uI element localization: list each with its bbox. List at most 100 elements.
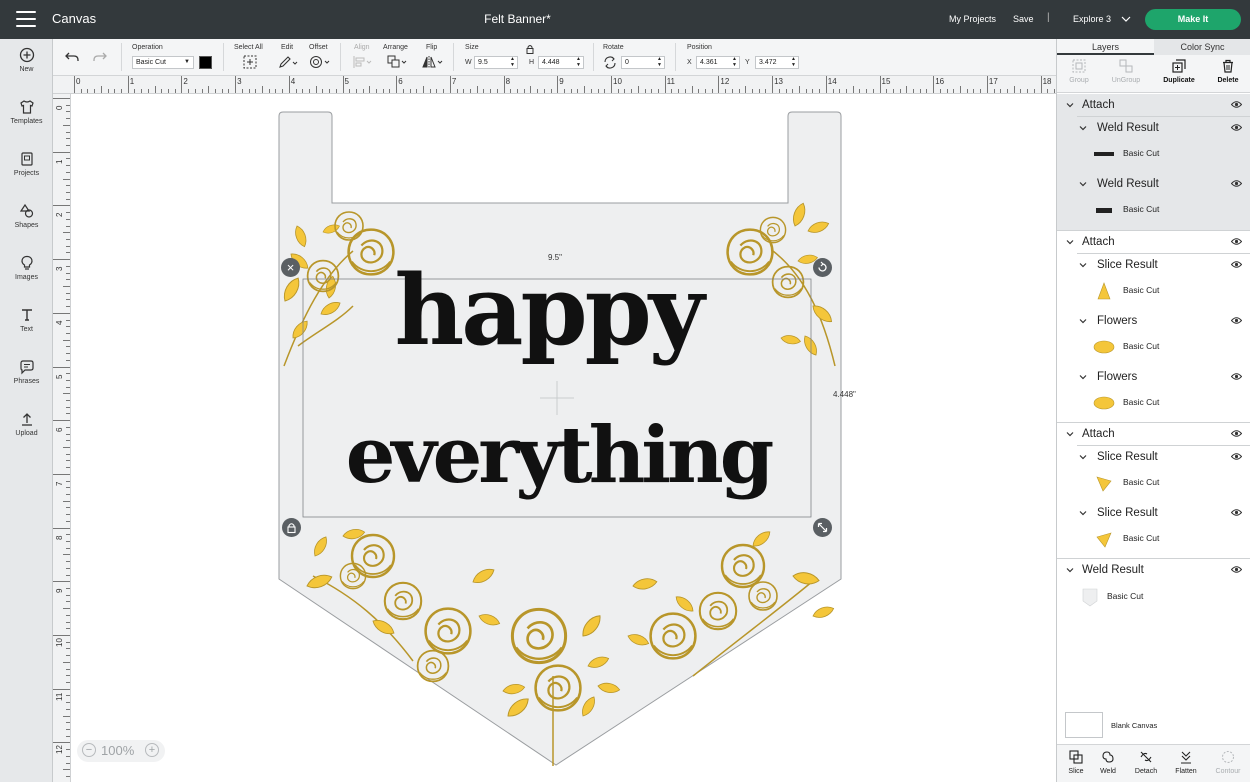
layer-item[interactable]: Basic Cut <box>1057 332 1250 362</box>
layer-slice-result[interactable]: Slice Result <box>1057 502 1250 524</box>
eye-icon[interactable] <box>1231 452 1242 461</box>
layer-item[interactable]: Basic Cut <box>1057 582 1250 612</box>
eye-icon[interactable] <box>1231 123 1242 132</box>
stepper-icon[interactable]: ▲ ▼ <box>510 56 515 68</box>
layer-item[interactable]: Basic Cut <box>1057 468 1250 498</box>
stepper-icon[interactable]: ▲ ▼ <box>791 56 796 68</box>
height-input[interactable]: 4.448 ▲ ▼ <box>538 56 584 69</box>
eye-icon[interactable] <box>1231 316 1242 325</box>
delete-handle[interactable]: × <box>281 258 300 277</box>
layer-label: Attach <box>1082 236 1115 248</box>
text-icon <box>21 309 32 321</box>
width-input[interactable]: 9.5 ▲ ▼ <box>474 56 518 69</box>
text-happy[interactable]: happy <box>368 256 728 366</box>
sidebar-item-templates[interactable]: Templates <box>0 99 53 125</box>
sidebar-item-text[interactable]: Text <box>0 307 53 333</box>
blank-canvas-row[interactable]: Blank Canvas <box>1065 712 1245 738</box>
y-position-input[interactable]: 3.472 ▲ ▼ <box>755 56 799 69</box>
blank-canvas-swatch <box>1065 712 1103 738</box>
rotate-handle[interactable] <box>813 258 832 277</box>
lock-handle[interactable] <box>282 518 301 537</box>
layer-weld-result[interactable]: Weld Result <box>1057 117 1250 139</box>
layer-item-label: Basic Cut <box>1123 148 1160 158</box>
sidebar-item-projects[interactable]: Projects <box>0 151 53 177</box>
rotate-value: 0 <box>625 59 629 66</box>
weld-button[interactable]: Weld <box>1089 750 1127 775</box>
chevron-down-icon <box>1066 240 1074 245</box>
layer-label: Slice Result <box>1097 451 1158 463</box>
eye-icon[interactable] <box>1231 179 1242 188</box>
my-projects-link[interactable]: My Projects <box>949 14 996 24</box>
text-everything[interactable]: everything <box>303 406 813 506</box>
layer-item[interactable]: Basic Cut <box>1057 524 1250 554</box>
layer-item[interactable]: Basic Cut <box>1057 388 1250 418</box>
detach-button[interactable]: Detach <box>1127 750 1165 775</box>
sidebar-item-new[interactable]: New <box>0 47 53 73</box>
layer-group-attach[interactable]: Attach <box>1057 94 1250 116</box>
resize-handle[interactable] <box>813 518 832 537</box>
operation-select[interactable]: Basic Cut ▼ <box>132 56 194 69</box>
contour-button[interactable]: Contour <box>1209 750 1247 775</box>
ungroup-icon <box>1119 59 1133 73</box>
color-swatch[interactable] <box>199 56 212 69</box>
flower-thumbnail-icon <box>1097 282 1111 300</box>
eye-icon[interactable] <box>1231 429 1242 438</box>
lock-icon[interactable] <box>526 44 534 54</box>
flower-thumbnail-icon <box>1093 340 1115 354</box>
layers-list: Attach Weld Result Basic Cut Weld Result… <box>1057 94 1250 704</box>
flip-icon[interactable] <box>422 55 444 69</box>
zoom-in-button[interactable]: + <box>145 743 159 757</box>
layer-group-attach[interactable]: Attach <box>1057 231 1250 253</box>
layer-slice-result[interactable]: Slice Result <box>1057 446 1250 468</box>
make-it-button[interactable]: Make It <box>1145 9 1241 30</box>
delete-button[interactable]: Delete <box>1208 59 1248 84</box>
layer-weld-result[interactable]: Weld Result <box>1057 173 1250 195</box>
chevron-down-icon[interactable] <box>1121 14 1131 24</box>
stepper-icon[interactable]: ▲ ▼ <box>576 56 581 68</box>
pencil-icon[interactable] <box>278 55 298 69</box>
eye-icon[interactable] <box>1231 237 1242 246</box>
eye-icon[interactable] <box>1231 508 1242 517</box>
layer-label: Slice Result <box>1097 259 1158 271</box>
layer-item[interactable]: Basic Cut <box>1057 276 1250 306</box>
layer-flowers[interactable]: Flowers <box>1057 366 1250 388</box>
tab-layers[interactable]: Layers <box>1057 39 1154 55</box>
eye-icon[interactable] <box>1231 260 1242 269</box>
design-canvas[interactable]: 0 1 2 3 4 5 6 7 8 9 10 11 12 13 14 15 16 17 18 01234567891… <box>53 76 1056 782</box>
group-button[interactable]: Group <box>1059 59 1099 84</box>
duplicate-button[interactable]: Duplicate <box>1159 59 1199 84</box>
redo-icon[interactable] <box>93 51 107 63</box>
layer-slice-result[interactable]: Slice Result <box>1057 254 1250 276</box>
layer-group-weld-result[interactable]: Weld Result <box>1057 559 1250 581</box>
flatten-button[interactable]: Flatten <box>1167 750 1205 775</box>
ungroup-button[interactable]: UnGroup <box>1106 59 1146 84</box>
eye-icon[interactable] <box>1231 372 1242 381</box>
layer-group-attach[interactable]: Attach <box>1057 423 1250 445</box>
toolbar-divider <box>121 43 122 71</box>
sidebar-item-shapes[interactable]: Shapes <box>0 203 53 229</box>
x-value: 4.361 <box>700 59 718 66</box>
sidebar-item-images[interactable]: Images <box>0 255 53 281</box>
stepper-icon[interactable]: ▲ ▼ <box>732 56 737 68</box>
rotate-input[interactable]: 0 ▲ ▼ <box>621 56 665 69</box>
arrange-icon[interactable] <box>387 55 409 69</box>
sidebar-item-upload[interactable]: Upload <box>0 411 53 437</box>
machine-selector[interactable]: Explore 3 <box>1073 14 1111 24</box>
stepper-icon[interactable]: ▲ ▼ <box>657 56 662 68</box>
align-icon[interactable] <box>352 55 374 69</box>
layer-flowers[interactable]: Flowers <box>1057 310 1250 332</box>
undo-icon[interactable] <box>65 51 79 63</box>
layer-item[interactable]: Basic Cut <box>1057 195 1250 225</box>
tab-color-sync[interactable]: Color Sync <box>1154 39 1250 55</box>
layer-item[interactable]: Basic Cut <box>1057 139 1250 169</box>
eye-icon[interactable] <box>1231 565 1242 574</box>
save-link[interactable]: Save <box>1013 14 1034 24</box>
x-position-input[interactable]: 4.361 ▲ ▼ <box>696 56 740 69</box>
sidebar-item-phrases[interactable]: Phrases <box>0 359 53 385</box>
layer-item-label: Basic Cut <box>1123 397 1160 407</box>
zoom-out-button[interactable]: − <box>82 743 96 757</box>
text-thumbnail-icon <box>1094 152 1114 156</box>
eye-icon[interactable] <box>1231 100 1242 109</box>
select-all-icon[interactable] <box>243 55 257 69</box>
offset-icon[interactable] <box>309 55 331 69</box>
